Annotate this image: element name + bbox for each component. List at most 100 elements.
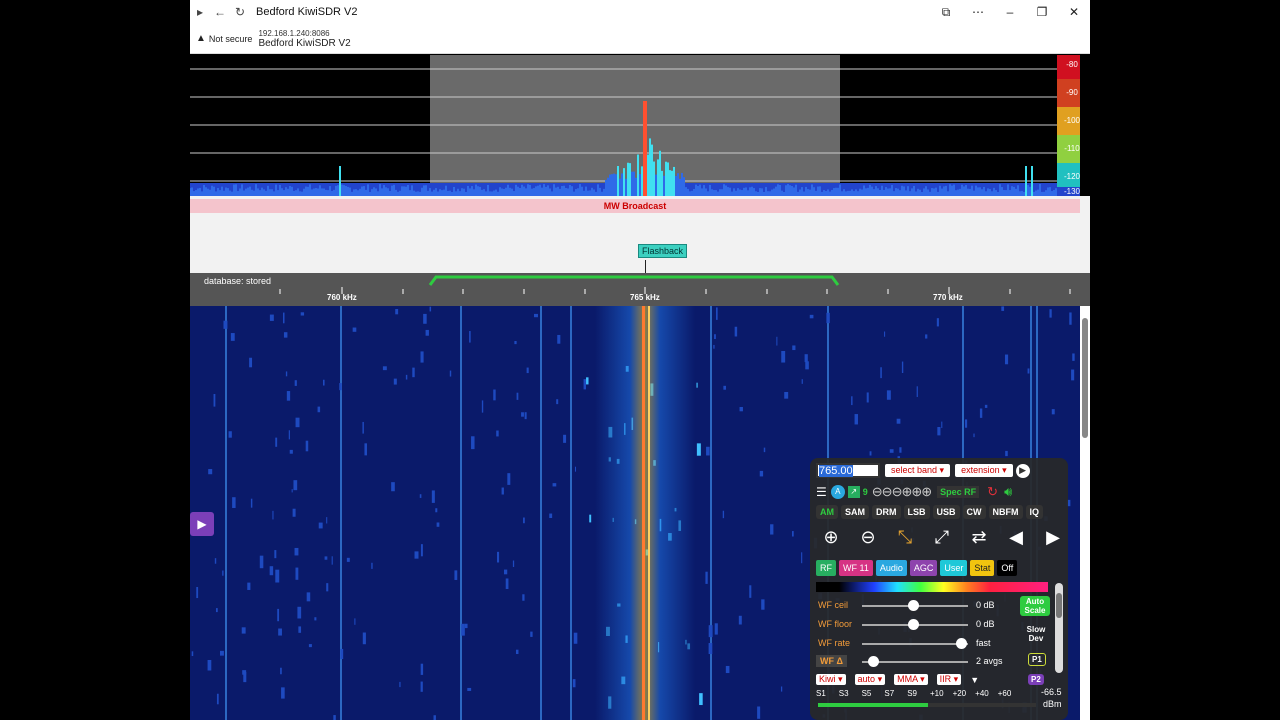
url[interactable]: 192.168.1.240:8086 bbox=[258, 29, 350, 38]
smeter-label: S5 bbox=[861, 689, 872, 698]
slider-knob[interactable] bbox=[908, 619, 919, 630]
speaker-icon[interactable]: 🔊︎ bbox=[1004, 484, 1012, 500]
panel-scrollbar[interactable] bbox=[1055, 583, 1063, 673]
tab-stat[interactable]: Stat bbox=[970, 560, 995, 576]
dropdown-iir[interactable]: IIR ▾ bbox=[936, 674, 962, 685]
mode-lsb-button[interactable]: LSB bbox=[903, 505, 930, 519]
zoom-max-icon[interactable]: ⤢ bbox=[927, 524, 957, 550]
spectrum-display[interactable] bbox=[190, 55, 1090, 196]
minimize-icon[interactable]: – bbox=[994, 5, 1026, 20]
band-label[interactable]: MW Broadcast bbox=[190, 199, 1080, 213]
wf-rate-slider[interactable] bbox=[862, 643, 968, 645]
link-icon[interactable]: ↗ bbox=[847, 486, 860, 498]
slider-value: fast bbox=[976, 638, 991, 648]
select-band-dropdown[interactable]: select band ▾ bbox=[885, 464, 951, 477]
db-label: -130 bbox=[1064, 187, 1080, 196]
station-marker bbox=[645, 260, 646, 273]
browser-window: ▸ ← ↻ Bedford KiwiSDR V2 ⧉ ⋯ – ❐ ✕ ▲ Not… bbox=[190, 0, 1090, 720]
band-bar: MW Broadcast Flashback bbox=[190, 196, 1090, 273]
back-icon[interactable]: ← bbox=[210, 2, 230, 22]
tab-wf-11[interactable]: WF 11 bbox=[839, 560, 873, 576]
slider-knob[interactable] bbox=[868, 656, 879, 667]
restore-icon[interactable]: ❐ bbox=[1026, 5, 1058, 20]
zoom-center-icon[interactable]: ⤡ bbox=[890, 524, 920, 550]
freq-label: 760 kHz bbox=[327, 293, 357, 302]
freq-label: 765 kHz bbox=[630, 293, 660, 302]
db-scale: -80 -90 -100 -110 -120 -130 bbox=[1057, 55, 1081, 196]
mode-iq-button[interactable]: IQ bbox=[1025, 505, 1044, 519]
close-icon[interactable]: ✕ bbox=[1058, 5, 1090, 20]
slider-value: 0 dB bbox=[976, 619, 995, 629]
frequency-input[interactable]: 765.00 bbox=[816, 463, 880, 478]
smeter-label: S9 bbox=[907, 689, 917, 698]
db-label: -120 bbox=[1064, 172, 1080, 181]
page-right-icon[interactable]: ▶ bbox=[1038, 524, 1068, 550]
swap-icon[interactable]: ⇄ bbox=[964, 524, 994, 550]
station-label[interactable]: Flashback bbox=[638, 244, 688, 258]
chevron-down-icon[interactable]: ▼ bbox=[970, 675, 979, 685]
tab-rf[interactable]: RF bbox=[816, 560, 836, 576]
mode-am-button[interactable]: AM bbox=[816, 505, 838, 519]
more-icon[interactable]: ⋯ bbox=[962, 5, 994, 20]
extension-dropdown[interactable]: extension ▾ bbox=[955, 464, 1013, 477]
db-label: -90 bbox=[1066, 88, 1078, 97]
slider-value: 2 avgs bbox=[976, 656, 1003, 666]
address-bar[interactable]: ▲ Not secure 192.168.1.240:8086 Bedford … bbox=[190, 24, 1090, 54]
refresh-icon[interactable]: ↻ bbox=[987, 484, 998, 500]
freq-label: 770 kHz bbox=[933, 293, 963, 302]
colormap-bar[interactable] bbox=[816, 582, 1048, 592]
tab-off[interactable]: Off bbox=[997, 560, 1018, 576]
spec-rf-button[interactable]: Spec RF bbox=[937, 486, 980, 498]
mode-sam-button[interactable]: SAM bbox=[841, 505, 869, 519]
db-label: -80 bbox=[1066, 60, 1078, 69]
zoom-buttons[interactable]: ⊖⊖⊖⊕⊕⊕ bbox=[872, 484, 932, 500]
badge-a[interactable]: A bbox=[830, 485, 845, 499]
auto-scale-button[interactable]: Auto Scale bbox=[1020, 596, 1050, 616]
play-icon[interactable]: ▶ bbox=[190, 512, 214, 536]
slider-label: WF rate bbox=[818, 638, 851, 648]
tab-user[interactable]: User bbox=[940, 560, 968, 576]
slider-knob[interactable] bbox=[908, 600, 919, 611]
tab-agc[interactable]: AGC bbox=[909, 560, 938, 576]
wf-delta-button[interactable]: WF Δ bbox=[816, 655, 847, 667]
smeter-label: +60 bbox=[997, 689, 1012, 698]
passband-indicator bbox=[428, 275, 840, 286]
waterfall-scrollbar[interactable] bbox=[1080, 306, 1090, 720]
mode-cw-button[interactable]: CW bbox=[962, 505, 986, 519]
menu-icon[interactable]: ☰ bbox=[816, 485, 827, 499]
reload-icon[interactable]: ↻ bbox=[230, 2, 250, 22]
smeter-value: -66.5 bbox=[1041, 687, 1062, 697]
window-title: Bedford KiwiSDR V2 bbox=[256, 6, 358, 18]
slider-label: WF ceil bbox=[818, 600, 848, 610]
db-label: -110 bbox=[1064, 144, 1080, 153]
mode-drm-button[interactable]: DRM bbox=[872, 505, 901, 519]
mode-usb-button[interactable]: USB bbox=[932, 505, 960, 519]
badge-9: 9 bbox=[862, 487, 868, 497]
page-title: Bedford KiwiSDR V2 bbox=[258, 37, 351, 49]
smeter-label: S1 bbox=[816, 689, 826, 698]
slow-dev-button[interactable]: Slow Dev bbox=[1022, 625, 1050, 643]
frequency-scale[interactable]: database: stored 760 kHz 765 kHz 770 kHz bbox=[190, 273, 1090, 306]
warning-icon: ▲ bbox=[196, 33, 206, 44]
dropdown-auto[interactable]: auto ▾ bbox=[854, 674, 886, 685]
title-bar: ▸ ← ↻ Bedford KiwiSDR V2 ⧉ ⋯ – ❐ ✕ bbox=[190, 0, 1090, 24]
control-panel: 765.00 select band ▾ extension ▾ ▶ ☰ A ↗… bbox=[810, 458, 1068, 720]
dropdown-kiwi[interactable]: Kiwi ▾ bbox=[816, 674, 846, 685]
screen-icon[interactable]: ⧉ bbox=[930, 5, 962, 20]
page-left-icon[interactable]: ◀ bbox=[1001, 524, 1031, 550]
smeter-label: S7 bbox=[884, 689, 895, 698]
arrow-right-icon[interactable]: ▶ bbox=[1015, 463, 1030, 478]
smeter-bar bbox=[818, 703, 1036, 707]
scroll-thumb[interactable] bbox=[1082, 318, 1088, 438]
mode-nbfm-button[interactable]: NBFM bbox=[988, 505, 1023, 519]
dropdown-mma[interactable]: MMA ▾ bbox=[894, 674, 928, 685]
db-label: -100 bbox=[1064, 116, 1080, 125]
zoom-out-icon[interactable]: ⊖ bbox=[853, 524, 883, 550]
tab-audio[interactable]: Audio bbox=[875, 560, 907, 576]
p2-button[interactable]: P2 bbox=[1028, 674, 1044, 685]
p1-button[interactable]: P1 bbox=[1028, 653, 1046, 666]
zoom-in-icon[interactable]: ⊕ bbox=[816, 524, 846, 550]
slider-label: WF floor bbox=[818, 619, 853, 629]
slider-knob[interactable] bbox=[956, 638, 967, 649]
slider-value: 0 dB bbox=[976, 600, 995, 610]
